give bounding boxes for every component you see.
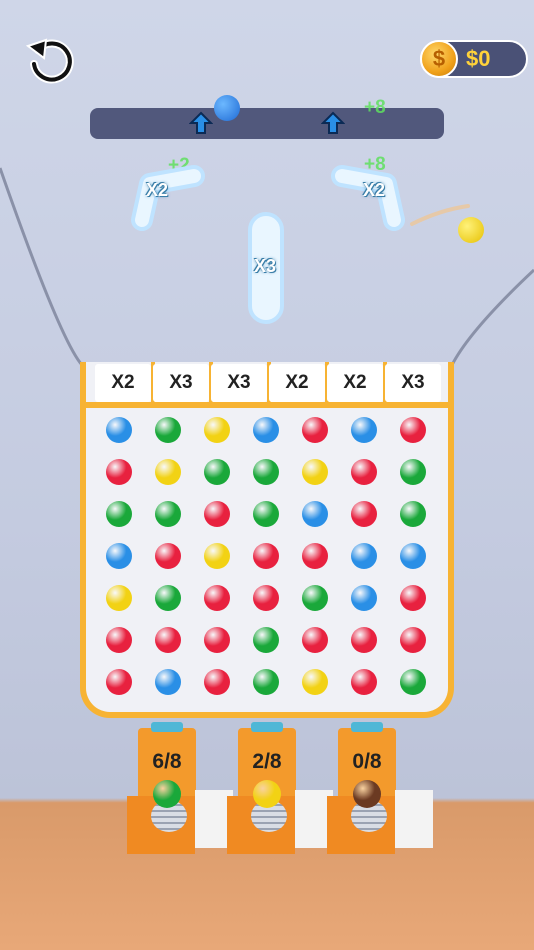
multiplier-slot: X3 [385,364,441,402]
launcher-rail [90,108,444,139]
restart-icon[interactable] [24,32,78,86]
ball-green[interactable] [253,669,279,695]
ball-yellow [253,780,281,808]
ball-yellow[interactable] [302,669,328,695]
ball-red[interactable] [204,627,230,653]
ball-red[interactable] [351,669,377,695]
ball-red[interactable] [400,417,426,443]
ball-yellow[interactable] [204,543,230,569]
ball-brown [353,780,381,808]
bin-side [395,790,433,848]
ball-red[interactable] [351,501,377,527]
ball-red[interactable] [204,669,230,695]
multiplier-slot: X3 [211,364,267,402]
ball-green[interactable] [400,459,426,485]
ball-green[interactable] [400,501,426,527]
ball-blue[interactable] [351,417,377,443]
ball-blue[interactable] [400,543,426,569]
ball-green[interactable] [400,669,426,695]
ball-blue[interactable] [253,417,279,443]
multiplier-slot: X2 [269,364,325,402]
ball-yellow[interactable] [302,459,328,485]
ball-red[interactable] [106,669,132,695]
money-value: $0 [466,46,491,71]
pachinko-board [80,362,454,718]
ball-red[interactable] [253,585,279,611]
multiplier-slot: X3 [153,364,209,402]
ball-blue[interactable] [302,501,328,527]
ball-red[interactable] [302,417,328,443]
ball-red[interactable] [253,543,279,569]
bin-count: 6/8 [152,750,182,773]
ball-red[interactable] [155,543,181,569]
bin-cap [351,722,383,732]
bumper-left-label: X2 [146,180,169,200]
ball-red[interactable] [155,627,181,653]
multiplier-slot: X2 [95,364,151,402]
ball-red[interactable] [400,627,426,653]
ball-red[interactable] [106,459,132,485]
ball-green[interactable] [253,459,279,485]
ball-green[interactable] [253,627,279,653]
ball-red[interactable] [351,459,377,485]
ball-blue[interactable] [351,543,377,569]
ball-red[interactable] [106,627,132,653]
ball-blue-falling [214,95,240,121]
ball-blue[interactable] [106,543,132,569]
ball-green[interactable] [155,585,181,611]
ball-green[interactable] [106,501,132,527]
ball-green[interactable] [302,585,328,611]
ball-yellow[interactable] [106,585,132,611]
ball-green[interactable] [253,501,279,527]
ball-yellow[interactable] [155,459,181,485]
ball-red[interactable] [204,585,230,611]
ball-red[interactable] [204,501,230,527]
ball-green [153,780,181,808]
bin-count: 2/8 [252,750,282,773]
ball-red[interactable] [400,585,426,611]
ball-green[interactable] [155,417,181,443]
ball-blue[interactable] [106,417,132,443]
ball-blue[interactable] [351,585,377,611]
ball-green[interactable] [155,501,181,527]
bin-count: 0/8 [352,750,382,773]
coin-icon: $ [420,40,458,78]
bin-cap [251,722,283,732]
multiplier-slot: X2 [327,364,383,402]
bumper-center-label: X3 [254,256,277,276]
ball-red[interactable] [302,543,328,569]
ball-yellow-flying [458,217,484,243]
ball-yellow[interactable] [204,417,230,443]
up-arrow-icon [321,111,345,134]
bumper-right-label: X2 [363,180,386,200]
ball-green[interactable] [204,459,230,485]
bin-cap [151,722,183,732]
board-top-rail [80,402,454,408]
score-popup: +8 [364,97,386,118]
up-arrow-icon [189,111,213,134]
ball-blue[interactable] [155,669,181,695]
ball-red[interactable] [302,627,328,653]
ball-red[interactable] [351,627,377,653]
